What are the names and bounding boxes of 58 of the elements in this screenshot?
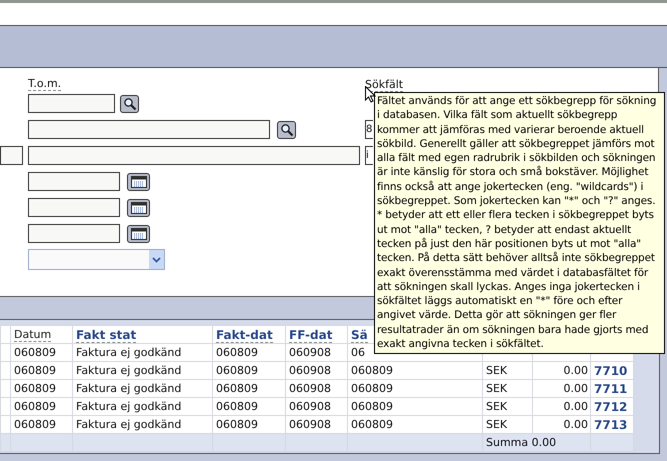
table-cell: 060809 [351,400,393,413]
table-cell: 060908 [289,364,331,377]
table-cell: 060809 [14,364,56,377]
calendar-icon [130,176,146,188]
table-cell: SEK [486,400,508,413]
table-cell: 0.00 [564,364,588,377]
calendar-icon [130,202,146,214]
date-field[interactable] [28,224,120,243]
table-cell: SEK [486,364,508,377]
table-cell: 060908 [289,382,331,395]
table-cell: Faktura ej godkänd [76,346,182,359]
table-cell: Faktura ej godkänd [76,382,182,395]
table-cell: Faktura ej godkänd [76,418,182,431]
sort-link[interactable]: Sä [351,328,368,342]
input-field[interactable] [28,120,270,139]
table-cell: 060908 [289,346,331,359]
table-cell: 060809 [216,418,258,431]
table-cell: 060809 [216,364,258,377]
input-field[interactable]: i [365,146,373,165]
column-header: Datum [14,328,52,342]
chevron-down-icon [149,250,164,269]
table-cell: 0.00 [564,400,588,413]
calendar-icon [130,228,146,240]
date-field[interactable] [28,198,120,217]
calendar-button[interactable] [127,224,150,242]
table-cell: 060809 [351,382,393,395]
table-cell: SEK [486,418,508,431]
field-label: T.o.m. [28,78,62,90]
table-cell: 060809 [351,418,393,431]
table-cell: Faktura ej godkänd [76,364,182,377]
calendar-button[interactable] [127,172,150,190]
sum-total: Summa 0.00 [486,436,556,449]
date-field[interactable] [28,172,120,191]
input-field[interactable] [28,94,115,113]
table-cell: 060809 [216,382,258,395]
table-cell: 060809 [14,400,56,413]
table-cell: 060809 [216,346,258,359]
input-field[interactable] [0,146,23,165]
input-field[interactable] [28,146,360,165]
table-cell: 060809 [351,364,393,377]
table-cell: 060809 [14,382,56,395]
search-button[interactable] [120,94,139,112]
search-button[interactable] [277,120,296,138]
table-cell: 0.00 [564,382,588,395]
search-icon [280,122,294,136]
table-cell: Faktura ej godkänd [76,400,182,413]
table-cell: 060809 [14,418,56,431]
table-cell: 0.00 [564,418,588,431]
calendar-button[interactable] [127,198,150,216]
input-field[interactable]: 8 [365,120,373,139]
table-cell: 060809 [14,346,56,359]
table-cell: 06 [351,346,365,359]
table-cell: SEK [486,382,508,395]
table-cell: 060809 [216,400,258,413]
table-cell: 060908 [289,418,331,431]
search-icon [122,96,136,110]
table-cell: 060908 [289,400,331,413]
tooltip: Fältet används för att ange ett sökbegrepp för sökning i databasen. Vilka fält som aktuellt sökbegrepp kommer att jämföras med varierar beroende aktuell sökbild. Generellt gäller att sökbegreppet jämförs mot alla fält med egen radrubrik i sökbilden och sökningen är inte känslig för stora och små bokstäver. Möjlighet finns också att ange jokertecken (eng. "wildcards") i sökbegreppet. Som jokertecken kan "*" och "?" anges. * betyder att ett eller flera tecken i sökbegreppet byts ut mot "alla" tecken, ? betyder att endast aktuellt tecken på just den här positionen byts ut mot "alla" tecken. På detta sätt behöver alltså inte sökbegreppet exakt överensstämma med värdet i databasfältet för att sökningen skall lyckas. Anges inga jokertecken i sökfältet läggs automatiskt en "*" före och efter angivet värde. Detta gör att sökningen ger fler resultatrader än om sökningen bara hade gjorts med exakt angivna tecken i sökfältet. [374,92,665,354]
